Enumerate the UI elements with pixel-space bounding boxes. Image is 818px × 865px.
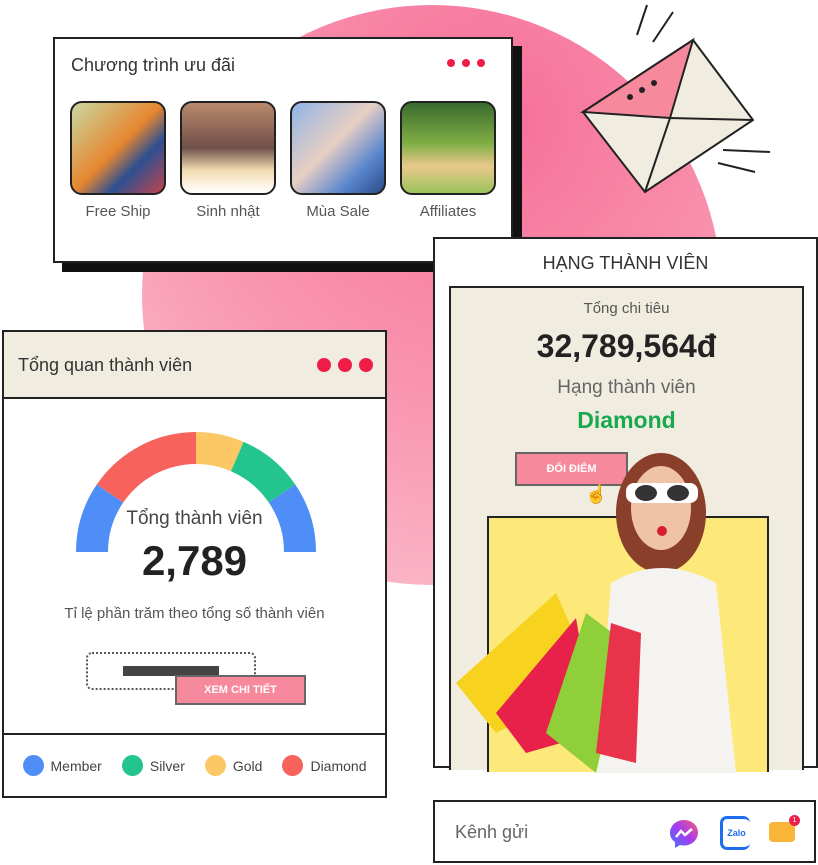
rank-value: Diamond	[577, 407, 676, 433]
promo-birthday[interactable]: Sinh nhật	[180, 101, 276, 220]
sms-badge: 1	[789, 815, 800, 826]
promo-affiliates[interactable]: Affiliates	[400, 101, 496, 220]
member-rank-card: HẠNG THÀNH VIÊN Tổng chi tiêu 32,789,564…	[433, 237, 818, 773]
promo-label: Sinh nhật	[196, 203, 260, 220]
legend-silver: Silver	[121, 755, 185, 776]
spend-label: Tổng chi tiêu	[583, 300, 670, 317]
woman-with-shopping-bags-photo	[456, 453, 736, 773]
delivery-person-photo	[70, 101, 166, 195]
spend-value: 32,789,564đ	[536, 328, 717, 364]
total-members-label: Tổng thành viên	[126, 508, 263, 529]
promo-label: Affiliates	[419, 203, 477, 220]
rank-title: HẠNG THÀNH VIÊN	[542, 253, 709, 273]
total-members-value: 2,789	[141, 537, 248, 584]
picnic-friends-photo	[400, 101, 496, 195]
zalo-icon[interactable]: Zalo	[720, 816, 750, 850]
sms-icon[interactable]: 1	[769, 815, 800, 842]
promo-label: Mùa Sale	[306, 203, 370, 220]
overview-title: Tổng quan thành viên	[18, 355, 193, 375]
promotions-title: Chương trình ưu đãi	[71, 55, 235, 75]
promo-free-ship[interactable]: Free Ship	[70, 101, 166, 220]
gauge-segment-1	[96, 432, 196, 503]
shopping-women-photo	[290, 101, 386, 195]
messenger-icon[interactable]	[668, 818, 700, 850]
overview-header: Tổng quan thành viên	[4, 332, 385, 399]
birthday-cake-photo	[180, 101, 276, 195]
rank-label: Hạng thành viên	[557, 377, 696, 398]
legend-member: Member	[22, 755, 102, 776]
member-overview-card: Tổng quan thành viên Tổng thành viên 2,7…	[2, 330, 387, 798]
promotions-card: Chương trình ưu đãi Free Ship Sinh nhật …	[53, 37, 513, 263]
overview-legend: Member Silver Gold Diamond	[4, 733, 385, 796]
promo-sale-season[interactable]: Mùa Sale	[290, 101, 386, 220]
send-channels-card: Kênh gửi Zalo 1	[433, 800, 816, 863]
more-dots-icon[interactable]	[317, 358, 373, 372]
envelope-icon	[579, 4, 771, 194]
more-dots-icon[interactable]	[447, 59, 485, 67]
legend-diamond: Diamond	[282, 755, 366, 776]
legend-gold: Gold	[204, 755, 262, 776]
channels-label: Kênh gửi	[455, 822, 529, 842]
promo-label: Free Ship	[85, 203, 151, 220]
rank-panel: Tổng chi tiêu 32,789,564đ Hạng thành viê…	[449, 286, 804, 773]
view-detail-button[interactable]: XEM CHI TIẾT	[175, 675, 306, 705]
overview-subtitle: Tỉ lệ phần trăm theo tổng số thành viên	[64, 605, 325, 622]
